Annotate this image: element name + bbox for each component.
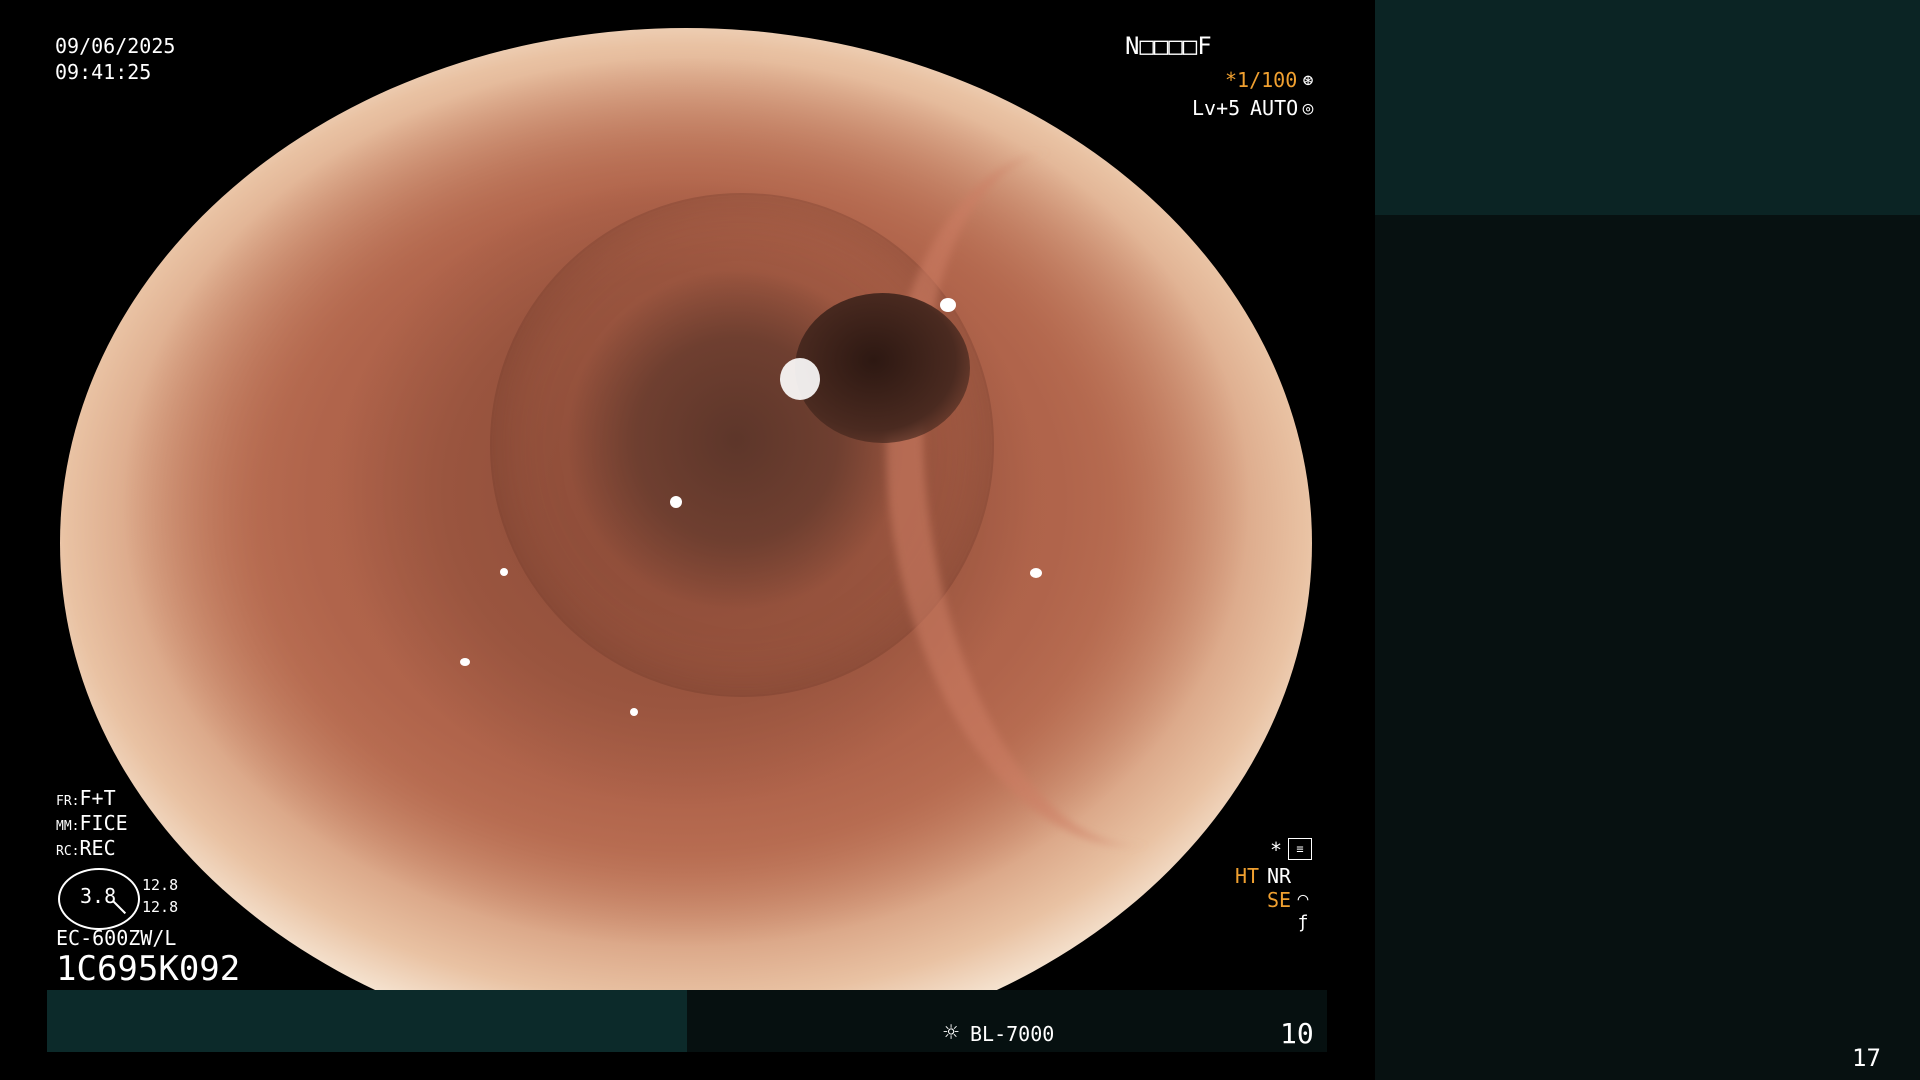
frame-counter: 10: [1280, 1017, 1314, 1050]
endoscope-display: 09/06/2025 09:41:25 N□□□□F *1/100 ⊛ Lv+5…: [0, 0, 1375, 1080]
rc-value: REC: [79, 836, 116, 860]
light-reflection: [670, 496, 682, 508]
ht-indicator: HT: [1235, 864, 1260, 888]
fold-ridge: [843, 122, 1312, 874]
light-reflection: [1030, 568, 1042, 578]
side-panel-top: [1375, 0, 1920, 215]
light-reflection: [500, 568, 508, 576]
settings-icon: ≡: [1288, 838, 1312, 860]
shutter-speed: *1/100: [1225, 68, 1298, 92]
enhance-icon: ⌒: [1297, 887, 1309, 909]
auto-iris-icon: ◎: [1302, 97, 1314, 119]
zoom-value: 3.8: [80, 884, 117, 908]
light-reflection: [460, 658, 470, 666]
fr-row: FR:F+T: [56, 788, 116, 808]
fr-value: F+T: [79, 786, 116, 810]
endoscopic-view: [60, 28, 1312, 997]
filter-icon: ƒ: [1297, 911, 1309, 933]
scope-serial: 1C695K092: [56, 949, 241, 989]
fr-label: FR:: [56, 794, 80, 809]
mm-label: MM:: [56, 819, 80, 834]
zoom-min: 12.8: [142, 876, 179, 894]
light-reflection: [780, 358, 820, 400]
star-indicator: *: [1270, 838, 1283, 862]
se-indicator: SE: [1267, 888, 1292, 912]
zoom-max: 12.8: [142, 898, 179, 916]
light-level: Lv+5: [1192, 96, 1241, 120]
light-reflection: [940, 298, 956, 312]
sun-icon: ☼: [943, 1018, 959, 1048]
rc-label: RC:: [56, 844, 80, 859]
rc-row: RC:REC: [56, 838, 116, 858]
iris-mode: AUTO: [1250, 96, 1299, 120]
side-panel-bottom: [1375, 215, 1920, 1080]
date-text: 09/06/2025: [55, 34, 176, 58]
shutter-icon: ⊛: [1302, 69, 1314, 91]
light-source: BL-7000: [970, 1022, 1055, 1046]
light-reflection: [630, 708, 638, 716]
lumen: [795, 293, 970, 443]
scope-model: EC-600ZW/L: [56, 926, 177, 950]
time-text: 09:41:25: [55, 60, 152, 84]
mm-row: MM:FICE: [56, 813, 128, 833]
mm-value: FICE: [79, 811, 128, 835]
status-band-left: [47, 990, 687, 1052]
nr-indicator: NR: [1267, 864, 1292, 888]
page-number: 17: [1852, 1044, 1881, 1072]
patient-id: N□□□□F: [1125, 32, 1212, 60]
